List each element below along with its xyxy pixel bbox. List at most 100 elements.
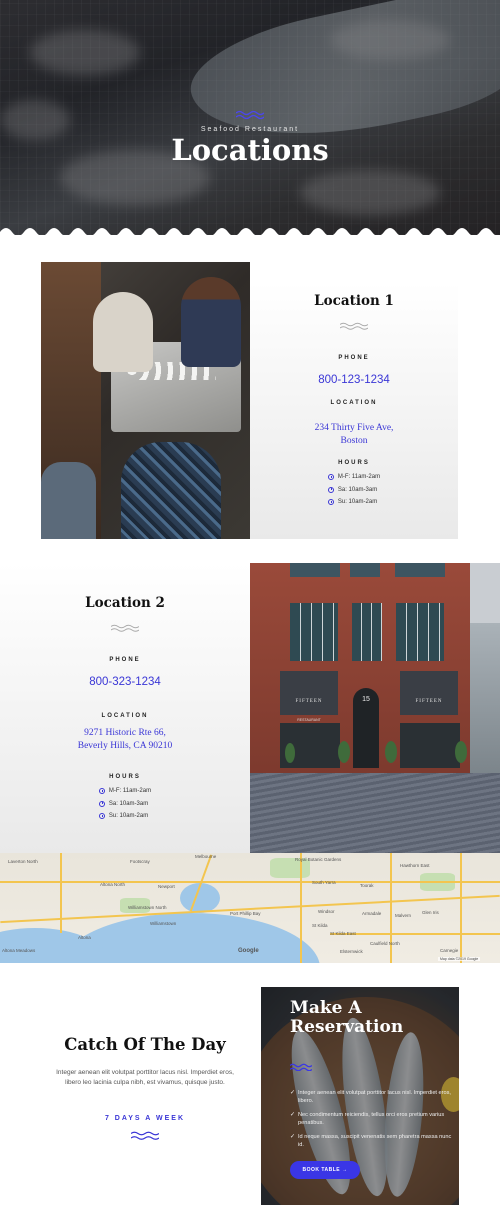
map-label: Royal Botanic Gardens (295, 857, 342, 862)
location-2-photo: FIFTEEN FIFTEEN RESTAURANT 15 (250, 563, 500, 853)
map-label: Footscray (130, 859, 150, 864)
photo-window (396, 603, 444, 661)
catch-days: 7 DAYS A WEEK (104, 1115, 186, 1122)
map-label: Laverton North (8, 859, 38, 864)
map-label: Hawthorn East (400, 863, 430, 868)
hours-row: Sa: 10am-3am (327, 486, 380, 493)
reservation-panel: Make A Reservation ✓ Integer aenean elit … (261, 987, 459, 1205)
photo-plant (285, 743, 295, 763)
hero-banner: Seafood Restaurant Locations (0, 0, 500, 235)
location-1-address-line2: Boston (340, 436, 368, 446)
door-number: 15 (362, 696, 370, 703)
map-label: Port Phillip Bay (230, 911, 261, 916)
hero-subtitle: Seafood Restaurant (200, 126, 300, 133)
reservation-item: ✓ Nec condimentum reiciendis, tellus orci… (290, 1112, 445, 1126)
map-label: Newport (158, 884, 175, 889)
photo-cobblestone (250, 773, 500, 853)
map-road (60, 853, 62, 933)
reservation-item: ✓ Integer aenean elit volutpat porttitor … (290, 1090, 451, 1104)
hours-label: HOURS (338, 460, 370, 466)
location-2-address-line1: 9271 Historic Rte 66, (84, 728, 166, 738)
map-road (0, 881, 500, 883)
photo-side-building (470, 623, 500, 773)
location-2-title: Location 2 (85, 595, 165, 611)
map-label: Altona North (100, 882, 126, 887)
reservation-title-line2: Reservation (290, 1017, 404, 1037)
map-label: Toorak (360, 883, 374, 888)
check-icon: ✓ (290, 1112, 296, 1118)
clock-icon (98, 800, 105, 807)
map-label: Windsor (318, 909, 335, 914)
location-1-phone-link[interactable]: 800-123-1234 (250, 374, 458, 386)
squiggle-icon (131, 1131, 159, 1140)
map-label: Malvern (395, 913, 412, 918)
clock-icon (98, 788, 105, 794)
photo-window (352, 603, 382, 661)
catch-description: Integer aenean elit volutpat porttitor l… (56, 1069, 234, 1086)
wave-icon (236, 110, 264, 120)
location-1-address-line1: 234 Thirty Five Ave, (314, 423, 394, 433)
reservation-item: ✓ Id neque massa, suscipit venenatis sem … (290, 1134, 452, 1148)
map[interactable]: Laverton North Footscray Melbourne Royal… (0, 853, 500, 963)
hours-row: Sa: 10am-3am (98, 800, 151, 807)
reservation-title-line1: Make A (290, 998, 362, 1018)
map-label: Armadale (362, 911, 382, 916)
squiggle-icon (111, 624, 139, 632)
squiggle-icon (340, 322, 368, 330)
location-2-hours: M-F: 11am-2am Sa: 10am-3am Su: 10am-2am (0, 788, 250, 826)
map-label: Altona (78, 935, 91, 940)
map-label: Altona Meadows (2, 948, 36, 953)
clock-icon (327, 499, 334, 505)
wave-divider (0, 228, 500, 242)
photo-barista-plaid (121, 442, 221, 539)
clock-icon (98, 813, 105, 819)
book-table-button[interactable]: BOOK TABLE → (290, 1161, 360, 1179)
map-label: Caulfield North (370, 941, 400, 946)
photo-window (290, 563, 340, 577)
map-label: St Kilda East (330, 931, 356, 936)
map-attribution[interactable]: Map data ©2019 Google (438, 957, 481, 961)
photo-window (290, 603, 338, 661)
location-label: LOCATION (101, 713, 149, 719)
photo-barista-man (181, 277, 241, 367)
clock-icon (327, 486, 334, 493)
check-icon: ✓ (290, 1134, 296, 1140)
photo-plant (338, 741, 350, 763)
awning-sign: FIFTEEN (415, 699, 443, 704)
location-1-photo (41, 262, 250, 539)
location-1-hours: M-F: 11am-2am Sa: 10am-3am Su: 10am-2am (250, 474, 458, 512)
photo-plant (455, 741, 467, 763)
map-road (390, 853, 392, 963)
location-2-card: Location 2 PHONE 800-323-1234 LOCATION 9… (0, 563, 250, 853)
check-icon: ✓ (290, 1090, 296, 1096)
location-1-card: Location 1 PHONE 800-123-1234 LOCATION 2… (250, 282, 458, 539)
reservation-title: Make A Reservation (290, 999, 450, 1037)
photo-awning-right: FIFTEEN (400, 671, 458, 715)
squiggle-icon (290, 1063, 312, 1071)
catch-title: Catch Of The Day (64, 1035, 226, 1054)
map-label: Melbourne (195, 854, 217, 859)
page-title: Locations (171, 133, 329, 167)
map-label: Williamstown (150, 921, 177, 926)
map-label: Glen Iris (422, 910, 439, 915)
map-label: Elsternwick (340, 949, 363, 954)
map-label: Williamstown North (128, 905, 167, 910)
google-logo: Google (238, 948, 259, 954)
location-1-title: Location 1 (314, 293, 394, 309)
photo-window (395, 563, 445, 577)
map-label: South Yarra (312, 880, 336, 885)
photo-barista-woman (93, 292, 153, 372)
hours-row: Su: 10am-2am (327, 499, 380, 505)
location-2-phone-link[interactable]: 800-323-1234 (0, 676, 250, 688)
clock-icon (327, 474, 334, 480)
map-road (300, 853, 302, 963)
photo-door: 15 (353, 688, 379, 768)
hours-row: M-F: 11am-2am (327, 474, 380, 480)
map-label: St Kilda (312, 923, 328, 928)
awning-sign: FIFTEEN (295, 699, 323, 704)
phone-label: PHONE (338, 355, 370, 361)
location-label: LOCATION (330, 400, 378, 406)
hours-row: M-F: 11am-2am (98, 788, 151, 794)
photo-window (350, 563, 380, 577)
location-2-address-line2: Beverly Hills, CA 90210 (77, 741, 173, 751)
